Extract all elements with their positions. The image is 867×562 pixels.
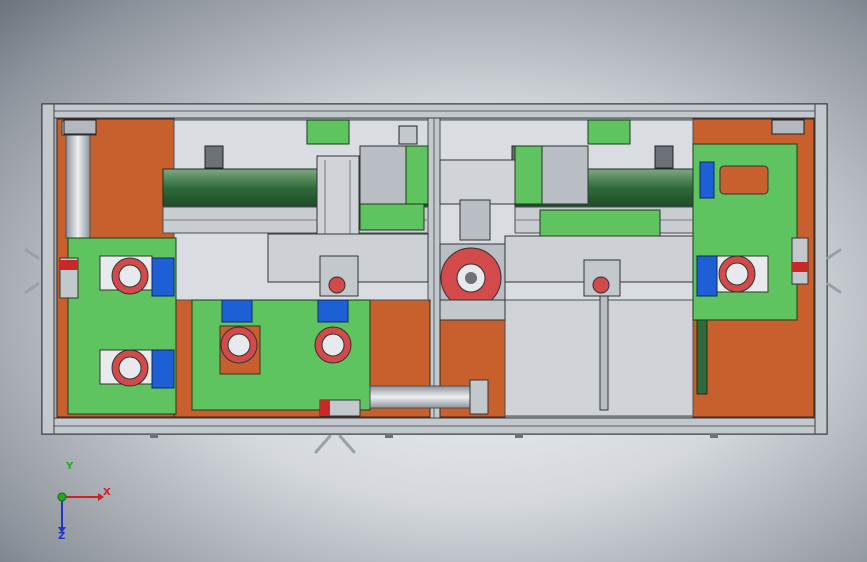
x-axis-label: X [103, 487, 111, 498]
cad-viewport[interactable] [0, 0, 867, 562]
coordinate-triad [57, 492, 104, 533]
z-axis-label: Z [58, 531, 66, 542]
rotary-unit [439, 243, 506, 321]
y-axis-label: Y [66, 461, 74, 472]
